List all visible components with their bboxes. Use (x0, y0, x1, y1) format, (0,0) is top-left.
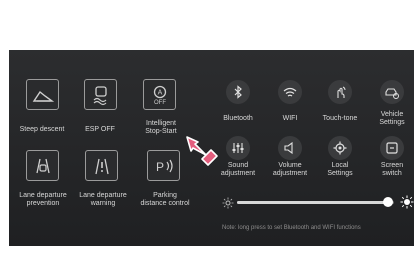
parking-distance-control-icon: P (155, 159, 173, 174)
bluetooth-label: Bluetooth (223, 115, 253, 122)
volume-adjustment-icon (284, 141, 293, 155)
svg-text:OFF: OFF (154, 100, 166, 106)
screen-switch-button[interactable] (380, 136, 404, 160)
volume-adjustment-button[interactable] (278, 136, 302, 160)
wifi-button[interactable] (278, 80, 302, 104)
bluetooth-icon (234, 85, 242, 99)
steep-descent-button[interactable] (26, 79, 59, 110)
touch-tone-button[interactable] (328, 80, 352, 104)
sound-adjustment-button[interactable] (226, 136, 250, 160)
vehicle-settings-icon (385, 88, 399, 99)
sun-large-icon (400, 195, 414, 209)
lane-departure-warning-icon (94, 158, 109, 174)
sun-small-icon (222, 196, 234, 209)
vehicle-settings-label: Vehicle Settings (379, 111, 405, 126)
local-settings-label: Local Settings (327, 162, 353, 177)
lane-departure-prevention-button[interactable] (26, 150, 59, 181)
esp-off-button[interactable] (84, 79, 117, 110)
volume-adjustment-label: Volume adjustment (272, 162, 308, 177)
wifi-label: WIFI (282, 115, 298, 122)
lane-departure-warning-button[interactable] (85, 150, 118, 181)
lane-departure-prevention-label: Lane departure prevention (19, 192, 67, 207)
parking-distance-control-button[interactable]: P (147, 150, 180, 181)
lane-departure-prevention-icon (35, 158, 50, 173)
brightness-slider[interactable] (237, 197, 394, 207)
pointing-hand-icon (184, 132, 220, 168)
parking-distance-control-label: Parking distance control (140, 192, 190, 207)
screen-switch-label: Screen switch (380, 162, 404, 177)
brightness-slider-fill (237, 201, 388, 204)
esp-off-icon (93, 85, 107, 105)
steep-descent-icon (32, 90, 54, 102)
vehicle-settings-button[interactable] (380, 80, 404, 104)
bluetooth-button[interactable] (226, 80, 250, 104)
wifi-icon (283, 87, 297, 97)
lane-departure-warning-label: Lane departure warning (79, 192, 127, 207)
svg-text:P: P (155, 160, 163, 174)
local-settings-icon (333, 141, 347, 155)
stop-start-label: Intelligent Stop-Start (145, 120, 177, 135)
sound-adjustment-icon (232, 143, 244, 153)
touch-tone-label: Touch-tone (322, 115, 358, 122)
steep-descent-label: Steep descent (19, 126, 65, 133)
long-press-note: Note: long press to set Bluetooth and WI… (222, 225, 361, 231)
stop-start-button[interactable]: A OFF (143, 79, 176, 110)
touch-tone-icon (337, 86, 346, 98)
brightness-slider-knob[interactable] (382, 197, 393, 207)
stop-start-icon: A OFF (153, 85, 166, 106)
screen-switch-icon (386, 142, 398, 154)
svg-text:A: A (157, 89, 162, 96)
local-settings-button[interactable] (328, 136, 352, 160)
esp-off-label: ESP OFF (85, 126, 115, 133)
